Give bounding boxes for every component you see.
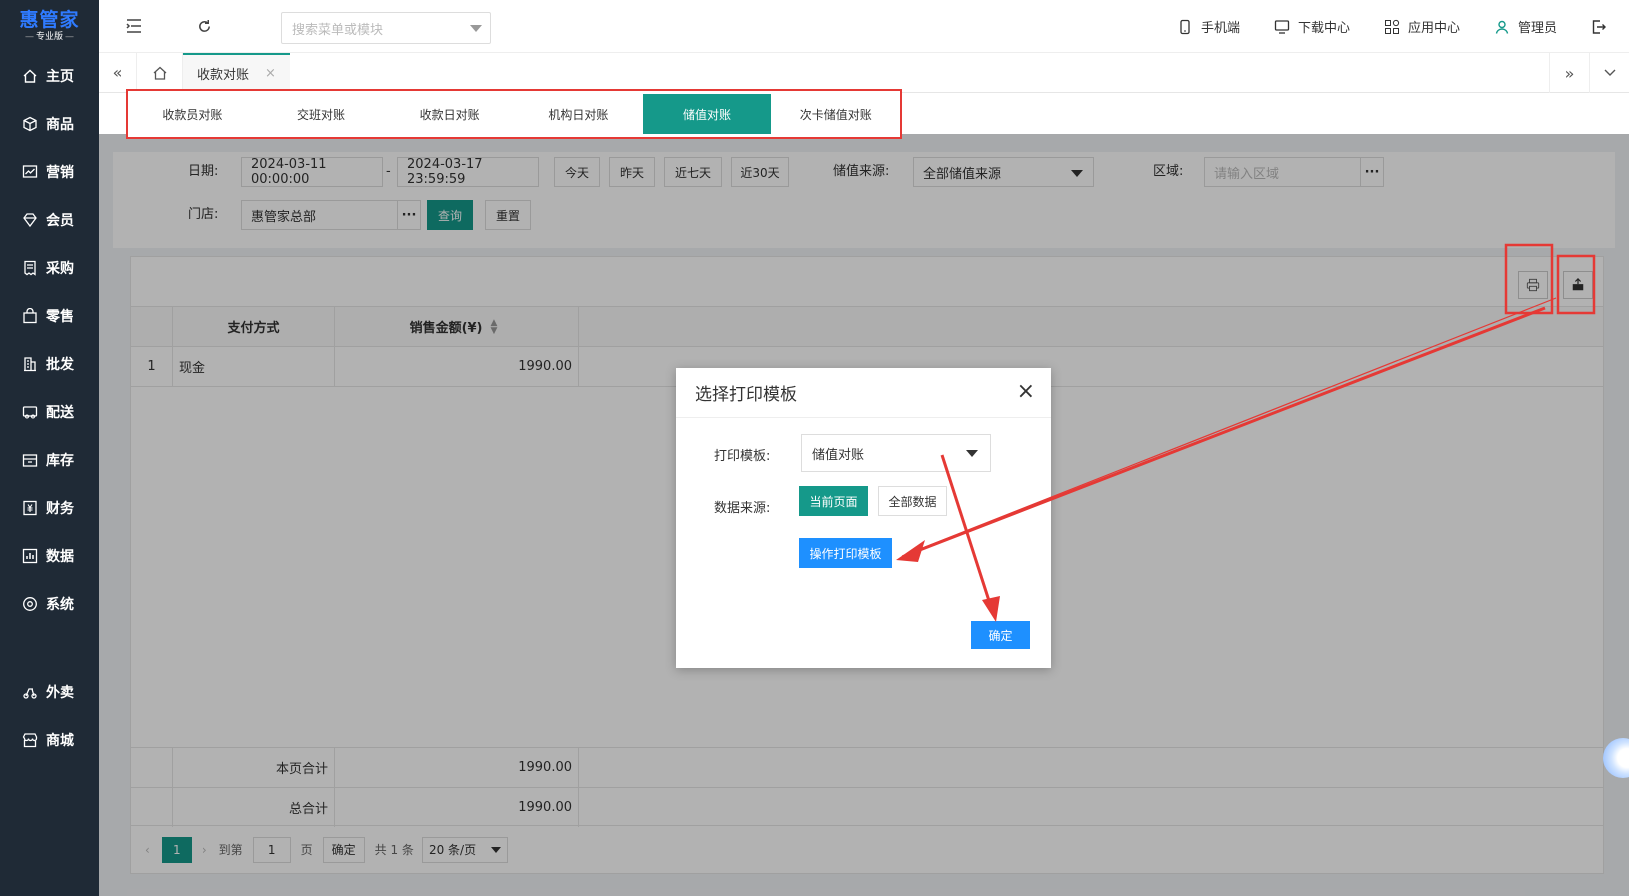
tab-close-icon[interactable]: × [265, 66, 276, 81]
bag-icon [23, 308, 37, 324]
sidebar-item-label: 库存 [46, 453, 74, 469]
subtab-cashier[interactable]: 收款员对账 [128, 94, 257, 134]
delivery-icon [23, 688, 37, 699]
dialog-ok-button[interactable]: 确定 [971, 621, 1030, 649]
sidebar-item-label: 商品 [46, 117, 74, 133]
sidebar-item-2[interactable]: 营销 [0, 148, 99, 196]
reconciliation-subtabs: 收款员对账 交班对账 收款日对账 机构日对账 储值对账 次卡储值对账 [126, 89, 902, 139]
receipt-icon [24, 260, 36, 276]
page-tab-strip: « 收款对账 × » [99, 53, 1629, 93]
sidebar-item-label: 零售 [46, 309, 74, 325]
user-menu[interactable]: 管理员 [1494, 17, 1557, 36]
chevron-down-icon [470, 25, 482, 32]
menu-search-placeholder: 搜索菜单或模块 [292, 22, 384, 38]
sidebar-item-4[interactable]: 采购 [0, 244, 99, 292]
data-icon [22, 548, 38, 564]
dialog-header: 选择打印模板 × [676, 368, 1051, 418]
building-icon [24, 357, 36, 372]
app-center-label: 应用中心 [1407, 21, 1460, 36]
sidebar-item-label: 批发 [46, 357, 74, 373]
refresh-icon[interactable] [169, 0, 239, 53]
logo[interactable]: 惠管家 专业版 [0, 0, 99, 52]
mobile-label: 手机端 [1200, 21, 1240, 36]
truck-icon [22, 406, 38, 419]
sidebar-item-0[interactable]: 主页 [0, 52, 99, 100]
logout-icon [1592, 19, 1606, 34]
user-avatar-icon [1495, 20, 1509, 34]
tabs-scroll-left-icon[interactable]: « [99, 53, 137, 92]
store-icon [22, 733, 38, 748]
sidebar: 惠管家 专业版 主页商品营销会员采购零售批发配送库存财务数据系统外卖商城 [0, 0, 99, 896]
sidebar-item-label: 财务 [46, 501, 74, 517]
sidebar-item-label: 配送 [46, 405, 74, 421]
sidebar-item-1[interactable]: 商品 [0, 100, 99, 148]
logo-edition: 专业版 [23, 31, 76, 43]
sidebar-item-10[interactable]: 数据 [0, 532, 99, 580]
sidebar-item-8[interactable]: 库存 [0, 436, 99, 484]
sidebar-nav: 主页商品营销会员采购零售批发配送库存财务数据系统外卖商城 [0, 52, 99, 764]
user-name: 管理员 [1517, 21, 1557, 36]
data-source-label: 数据来源: [714, 501, 771, 516]
print-template-dialog: 选择打印模板 × 打印模板: 储值对账 数据来源: 当前页面 全部数据 操作打印… [676, 368, 1051, 668]
sidebar-item-9[interactable]: 财务 [0, 484, 99, 532]
sidebar-item-label: 营销 [46, 165, 74, 181]
subtab-stored-value[interactable]: 储值对账 [642, 94, 772, 134]
top-right-actions: 手机端 下载中心 应用中心 管理员 [1177, 0, 1629, 53]
sidebar-item-label: 数据 [46, 549, 74, 565]
all-data-button[interactable]: 全部数据 [878, 486, 947, 516]
subtab-shift[interactable]: 交班对账 [257, 94, 386, 134]
finance-icon [23, 500, 37, 516]
tabs-dropdown-icon[interactable] [1589, 53, 1629, 93]
tabs-scroll-right-icon[interactable]: » [1549, 53, 1589, 93]
template-label: 打印模板: [714, 449, 771, 464]
sidebar-item-label: 采购 [46, 261, 74, 277]
menu-search-select[interactable]: 搜索菜单或模块 [281, 12, 491, 44]
settings-icon [23, 597, 37, 611]
home-tab-icon[interactable] [137, 53, 183, 92]
sidebar-item-label: 主页 [46, 69, 74, 85]
sidebar-item-12[interactable]: 外卖 [0, 668, 99, 716]
sidebar-item-7[interactable]: 配送 [0, 388, 99, 436]
download-center-label: 下载中心 [1297, 21, 1350, 36]
mobile-icon [1180, 19, 1190, 34]
box-icon [23, 116, 37, 132]
sidebar-item-5[interactable]: 零售 [0, 292, 99, 340]
edit-print-template-button[interactable]: 操作打印模板 [799, 538, 892, 568]
template-value: 储值对账 [812, 447, 865, 463]
app-center-link[interactable]: 应用中心 [1384, 17, 1460, 36]
tabstrip-right-controls: » [1549, 53, 1629, 93]
close-icon[interactable]: × [1017, 380, 1035, 404]
apps-grid-icon [1384, 19, 1400, 34]
current-page-button[interactable]: 当前页面 [799, 486, 868, 516]
sidebar-item-3[interactable]: 会员 [0, 196, 99, 244]
dialog-title: 选择打印模板 [695, 385, 797, 405]
inventory-icon [22, 454, 38, 467]
tab-receipt-reconciliation[interactable]: 收款对账 × [183, 53, 290, 92]
monitor-icon [1274, 19, 1290, 34]
mobile-link[interactable]: 手机端 [1177, 17, 1240, 36]
chevron-down-icon [966, 450, 978, 457]
template-select[interactable]: 储值对账 [801, 434, 991, 472]
sidebar-item-label: 商城 [46, 733, 74, 749]
subtab-org-day[interactable]: 机构日对账 [514, 94, 643, 134]
logo-text: 惠管家 [19, 9, 80, 31]
sidebar-item-label: 会员 [46, 213, 74, 229]
menu-toggle-icon[interactable] [99, 0, 169, 53]
top-header: 搜索菜单或模块 手机端 下载中心 应用中心 管理员 [99, 0, 1629, 53]
home-icon [23, 69, 37, 83]
tab-label: 收款对账 [197, 68, 250, 83]
sidebar-item-6[interactable]: 批发 [0, 340, 99, 388]
logout-button[interactable] [1591, 19, 1615, 35]
chart-icon [22, 165, 38, 178]
subtab-card-stored-value[interactable]: 次卡储值对账 [771, 94, 900, 134]
sidebar-item-13[interactable]: 商城 [0, 716, 99, 764]
subtab-receipt-day[interactable]: 收款日对账 [385, 94, 514, 134]
sidebar-item-label: 外卖 [46, 685, 74, 701]
sidebar-item-label: 系统 [46, 597, 74, 613]
download-center-link[interactable]: 下载中心 [1274, 17, 1350, 36]
diamond-icon [23, 213, 37, 228]
sidebar-item-11[interactable]: 系统 [0, 580, 99, 628]
